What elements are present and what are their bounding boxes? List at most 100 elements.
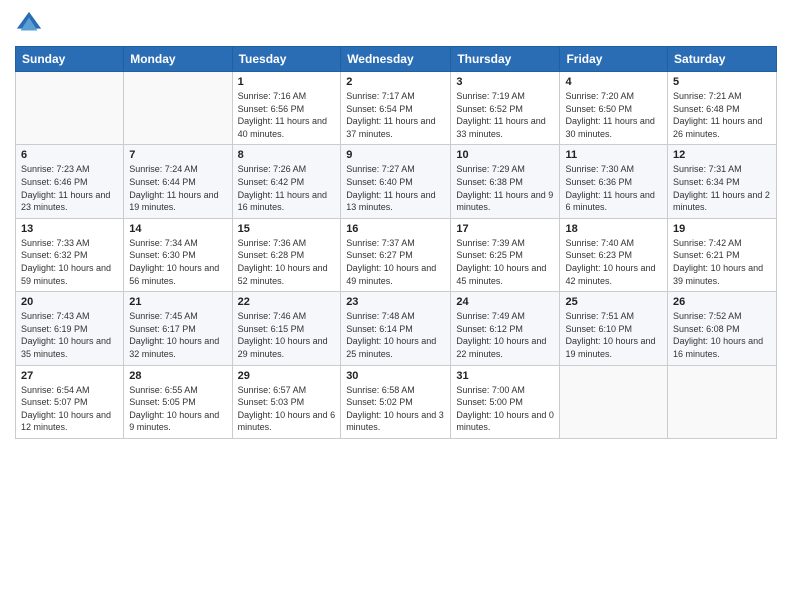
calendar-cell: 14 Sunrise: 7:34 AM Sunset: 6:30 PM Dayli…	[124, 218, 232, 291]
calendar-cell: 20Sunrise: 7:43 AM Sunset: 6:19 PM Dayli…	[16, 292, 124, 365]
day-number: 19	[673, 223, 771, 235]
day-info: Sunrise: 7:49 AM Sunset: 6:12 PM Dayligh…	[456, 310, 554, 360]
day-number: 9	[346, 149, 445, 161]
day-info: Sunrise: 7:29 AM Sunset: 6:38 PM Dayligh…	[456, 163, 554, 213]
day-info: Sunrise: 7:19 AM Sunset: 6:52 PM Dayligh…	[456, 90, 554, 140]
day-info: Sunrise: 7:40 AM Sunset: 6:23 PM Dayligh…	[565, 237, 662, 287]
calendar-cell: 3Sunrise: 7:19 AM Sunset: 6:52 PM Daylig…	[451, 72, 560, 145]
day-info: Sunrise: 7:48 AM Sunset: 6:14 PM Dayligh…	[346, 310, 445, 360]
calendar-cell: 26Sunrise: 7:52 AM Sunset: 6:08 PM Dayli…	[668, 292, 777, 365]
day-info: Sunrise: 7:34 AM Sunset: 6:30 PM Dayligh…	[129, 237, 226, 287]
logo	[15, 10, 47, 38]
day-info: Sunrise: 7:31 AM Sunset: 6:34 PM Dayligh…	[673, 163, 771, 213]
calendar-cell: 17Sunrise: 7:39 AM Sunset: 6:25 PM Dayli…	[451, 218, 560, 291]
day-number: 13	[21, 223, 118, 235]
calendar-week-row: 13 Sunrise: 7:33 AM Sunset: 6:32 PM Dayli…	[16, 218, 777, 291]
calendar-cell: 30 Sunrise: 6:58 AM Sunset: 5:02 PM Dayli…	[341, 365, 451, 438]
calendar-cell: 13 Sunrise: 7:33 AM Sunset: 6:32 PM Dayli…	[16, 218, 124, 291]
day-number: 28	[129, 370, 226, 382]
weekday-header: Sunday	[16, 47, 124, 72]
day-number: 31	[456, 370, 554, 382]
weekday-header: Friday	[560, 47, 668, 72]
day-number: 23	[346, 296, 445, 308]
day-number: 20	[21, 296, 118, 308]
day-info: Sunrise: 7:37 AM Sunset: 6:27 PM Dayligh…	[346, 237, 445, 287]
day-number: 4	[565, 76, 662, 88]
calendar-cell: 25 Sunrise: 7:51 AM Sunset: 6:10 PM Dayli…	[560, 292, 668, 365]
calendar-cell: 23 Sunrise: 7:48 AM Sunset: 6:14 PM Dayli…	[341, 292, 451, 365]
day-number: 1	[238, 76, 336, 88]
calendar-cell	[560, 365, 668, 438]
calendar-cell: 18 Sunrise: 7:40 AM Sunset: 6:23 PM Dayli…	[560, 218, 668, 291]
weekday-header: Tuesday	[232, 47, 341, 72]
calendar-cell: 24 Sunrise: 7:49 AM Sunset: 6:12 PM Dayli…	[451, 292, 560, 365]
day-number: 15	[238, 223, 336, 235]
day-number: 21	[129, 296, 226, 308]
day-number: 11	[565, 149, 662, 161]
weekday-header: Saturday	[668, 47, 777, 72]
day-number: 24	[456, 296, 554, 308]
calendar-cell: 22 Sunrise: 7:46 AM Sunset: 6:15 PM Dayli…	[232, 292, 341, 365]
weekday-header-row: SundayMondayTuesdayWednesdayThursdayFrid…	[16, 47, 777, 72]
calendar-cell: 29 Sunrise: 6:57 AM Sunset: 5:03 PM Dayli…	[232, 365, 341, 438]
day-number: 29	[238, 370, 336, 382]
day-number: 18	[565, 223, 662, 235]
calendar-cell: 2 Sunrise: 7:17 AM Sunset: 6:54 PM Daylig…	[341, 72, 451, 145]
day-number: 8	[238, 149, 336, 161]
day-info: Sunrise: 7:21 AM Sunset: 6:48 PM Dayligh…	[673, 90, 771, 140]
logo-icon	[15, 10, 43, 38]
calendar-cell: 16 Sunrise: 7:37 AM Sunset: 6:27 PM Dayli…	[341, 218, 451, 291]
calendar-week-row: 1 Sunrise: 7:16 AM Sunset: 6:56 PM Daylig…	[16, 72, 777, 145]
weekday-header: Wednesday	[341, 47, 451, 72]
calendar-cell	[668, 365, 777, 438]
day-number: 25	[565, 296, 662, 308]
day-info: Sunrise: 6:58 AM Sunset: 5:02 PM Dayligh…	[346, 384, 445, 434]
day-info: Sunrise: 7:26 AM Sunset: 6:42 PM Dayligh…	[238, 163, 336, 213]
day-info: Sunrise: 7:51 AM Sunset: 6:10 PM Dayligh…	[565, 310, 662, 360]
day-info: Sunrise: 7:36 AM Sunset: 6:28 PM Dayligh…	[238, 237, 336, 287]
day-number: 2	[346, 76, 445, 88]
calendar-week-row: 6 Sunrise: 7:23 AM Sunset: 6:46 PM Daylig…	[16, 145, 777, 218]
calendar-cell: 28 Sunrise: 6:55 AM Sunset: 5:05 PM Dayli…	[124, 365, 232, 438]
header	[15, 10, 777, 38]
calendar-table: SundayMondayTuesdayWednesdayThursdayFrid…	[15, 46, 777, 439]
calendar-cell: 12 Sunrise: 7:31 AM Sunset: 6:34 PM Dayli…	[668, 145, 777, 218]
day-info: Sunrise: 7:30 AM Sunset: 6:36 PM Dayligh…	[565, 163, 662, 213]
day-number: 12	[673, 149, 771, 161]
day-info: Sunrise: 7:23 AM Sunset: 6:46 PM Dayligh…	[21, 163, 118, 213]
day-info: Sunrise: 7:45 AM Sunset: 6:17 PM Dayligh…	[129, 310, 226, 360]
day-number: 22	[238, 296, 336, 308]
weekday-header: Thursday	[451, 47, 560, 72]
day-number: 16	[346, 223, 445, 235]
day-number: 10	[456, 149, 554, 161]
calendar-week-row: 20Sunrise: 7:43 AM Sunset: 6:19 PM Dayli…	[16, 292, 777, 365]
day-info: Sunrise: 6:55 AM Sunset: 5:05 PM Dayligh…	[129, 384, 226, 434]
calendar-cell: 10 Sunrise: 7:29 AM Sunset: 6:38 PM Dayli…	[451, 145, 560, 218]
calendar-cell: 5 Sunrise: 7:21 AM Sunset: 6:48 PM Daylig…	[668, 72, 777, 145]
day-number: 7	[129, 149, 226, 161]
calendar-cell: 11 Sunrise: 7:30 AM Sunset: 6:36 PM Dayli…	[560, 145, 668, 218]
calendar-cell: 8 Sunrise: 7:26 AM Sunset: 6:42 PM Daylig…	[232, 145, 341, 218]
weekday-header: Monday	[124, 47, 232, 72]
day-info: Sunrise: 7:00 AM Sunset: 5:00 PM Dayligh…	[456, 384, 554, 434]
day-number: 14	[129, 223, 226, 235]
day-info: Sunrise: 7:16 AM Sunset: 6:56 PM Dayligh…	[238, 90, 336, 140]
calendar-cell: 15 Sunrise: 7:36 AM Sunset: 6:28 PM Dayli…	[232, 218, 341, 291]
day-info: Sunrise: 7:46 AM Sunset: 6:15 PM Dayligh…	[238, 310, 336, 360]
day-number: 27	[21, 370, 118, 382]
calendar-cell: 7 Sunrise: 7:24 AM Sunset: 6:44 PM Daylig…	[124, 145, 232, 218]
day-info: Sunrise: 7:17 AM Sunset: 6:54 PM Dayligh…	[346, 90, 445, 140]
day-info: Sunrise: 6:57 AM Sunset: 5:03 PM Dayligh…	[238, 384, 336, 434]
day-number: 17	[456, 223, 554, 235]
day-number: 26	[673, 296, 771, 308]
calendar-cell: 19 Sunrise: 7:42 AM Sunset: 6:21 PM Dayli…	[668, 218, 777, 291]
calendar-cell: 21 Sunrise: 7:45 AM Sunset: 6:17 PM Dayli…	[124, 292, 232, 365]
calendar-cell: 6 Sunrise: 7:23 AM Sunset: 6:46 PM Daylig…	[16, 145, 124, 218]
day-info: Sunrise: 7:42 AM Sunset: 6:21 PM Dayligh…	[673, 237, 771, 287]
day-info: Sunrise: 7:33 AM Sunset: 6:32 PM Dayligh…	[21, 237, 118, 287]
day-number: 5	[673, 76, 771, 88]
day-number: 30	[346, 370, 445, 382]
day-info: Sunrise: 7:24 AM Sunset: 6:44 PM Dayligh…	[129, 163, 226, 213]
day-number: 6	[21, 149, 118, 161]
day-info: Sunrise: 7:20 AM Sunset: 6:50 PM Dayligh…	[565, 90, 662, 140]
